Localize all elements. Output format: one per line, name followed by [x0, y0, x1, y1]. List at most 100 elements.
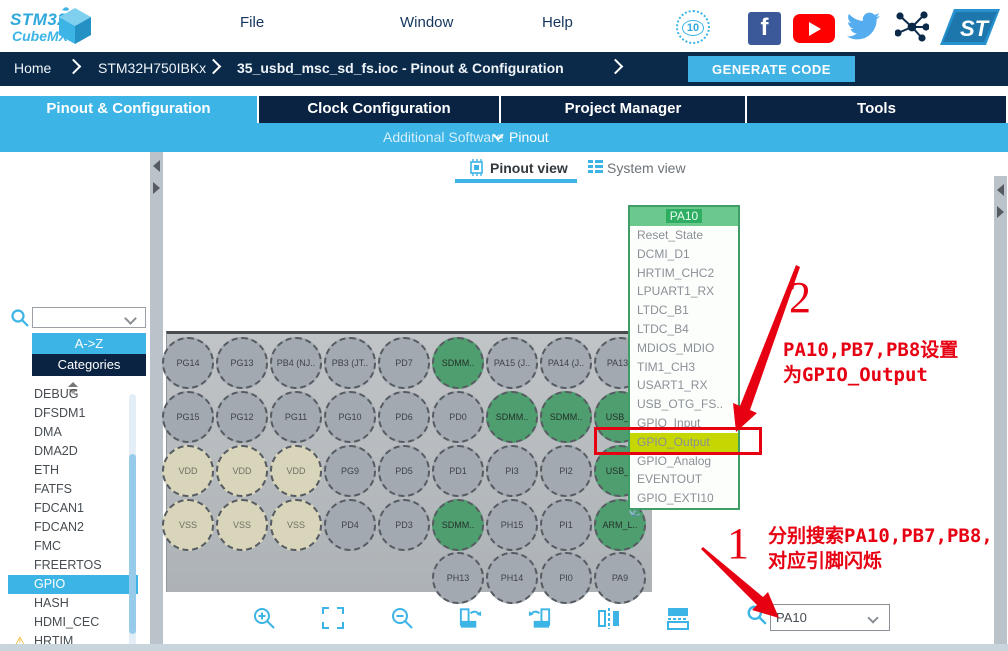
sidebar-item-fdcan2[interactable]: FDCAN2: [8, 518, 138, 537]
zoom-in-icon[interactable]: [250, 604, 277, 631]
sidebar-item-eth[interactable]: ETH: [8, 461, 138, 480]
rotate-clockwise-icon[interactable]: [457, 604, 484, 631]
sidebar-item-hash[interactable]: HASH: [8, 594, 138, 613]
pin-vdd[interactable]: VDD: [162, 445, 214, 497]
pin-pg11[interactable]: PG11: [270, 391, 322, 443]
pin-pg13[interactable]: PG13: [216, 337, 268, 389]
additional-software-link[interactable]: Additional Software: [383, 129, 504, 145]
pin-pg14[interactable]: PG14: [162, 337, 214, 389]
pin-pd1[interactable]: PD1: [432, 445, 484, 497]
pin-pg10[interactable]: PG10: [324, 391, 376, 443]
pin-ph14[interactable]: PH14: [486, 552, 538, 604]
right-splitter[interactable]: [994, 176, 1007, 645]
menu-item-eventout[interactable]: EVENTOUT: [630, 470, 738, 489]
pin-vdd[interactable]: VDD: [216, 445, 268, 497]
sort-az-button[interactable]: A->Z: [32, 333, 146, 354]
menu-item-hrtim-chc2[interactable]: HRTIM_CHC2: [630, 264, 738, 283]
menu-item-mdios-mdio[interactable]: MDIOS_MDIO: [630, 339, 738, 358]
sidebar-item-gpio[interactable]: GPIO: [8, 575, 138, 594]
network-icon[interactable]: [895, 11, 929, 43]
pin-sdmm[interactable]: SDMM..: [432, 337, 484, 389]
pin-pa9[interactable]: PA9: [594, 552, 646, 604]
pin-pd6[interactable]: PD6: [378, 391, 430, 443]
pin-pi1[interactable]: PI1: [540, 499, 592, 551]
menu-item-gpio-exti10[interactable]: GPIO_EXTI10: [630, 489, 738, 508]
sidebar-item-fmc[interactable]: FMC: [8, 537, 138, 556]
menu-item-tim1-ch3[interactable]: TIM1_CH3: [630, 358, 738, 377]
collapse-left-icon[interactable]: [153, 160, 160, 172]
pin-pi0[interactable]: PI0: [540, 552, 592, 604]
sidebar-item-dma[interactable]: DMA: [8, 423, 138, 442]
pin-pd3[interactable]: PD3: [378, 499, 430, 551]
sidebar-item-freertos[interactable]: FREERTOS: [8, 556, 138, 575]
pin-sdmm[interactable]: SDMM..: [540, 391, 592, 443]
sidebar-item-fdcan1[interactable]: FDCAN1: [8, 499, 138, 518]
breadcrumb-item-0[interactable]: Home: [14, 60, 51, 76]
sidebar-item-dfsdm1[interactable]: DFSDM1: [8, 404, 138, 423]
layers-icon[interactable]: [664, 604, 691, 631]
pin-pd5[interactable]: PD5: [378, 445, 430, 497]
pin-search-input[interactable]: PA10: [770, 604, 890, 631]
tab-project-manager[interactable]: Project Manager: [501, 96, 747, 123]
tab-clock-configuration[interactable]: Clock Configuration: [259, 96, 501, 123]
pin-pb3jt[interactable]: PB3 (JT..: [324, 337, 376, 389]
tab-pinout-view[interactable]: Pinout view: [490, 160, 568, 176]
menu-item-usb-otg-fs-[interactable]: USB_OTG_FS..: [630, 395, 738, 414]
pin-pb4nj[interactable]: PB4 (NJ..: [270, 337, 322, 389]
pin-pd4[interactable]: PD4: [324, 499, 376, 551]
menu-item-lpuart1-rx[interactable]: LPUART1_RX: [630, 282, 738, 301]
pinout-dropdown[interactable]: Pinout: [494, 129, 549, 145]
sidebar-item-hdmi_cec[interactable]: HDMI_CEC: [8, 613, 138, 632]
generate-code-button[interactable]: GENERATE CODE: [688, 56, 855, 82]
menu-help[interactable]: Help: [542, 14, 573, 31]
collapse-left-icon[interactable]: [997, 184, 1004, 196]
sidebar-item-dma2d[interactable]: DMA2D: [8, 442, 138, 461]
expand-right-icon[interactable]: [997, 206, 1004, 218]
sidebar-scrollbar[interactable]: [129, 394, 136, 651]
pin-vdd[interactable]: VDD: [270, 445, 322, 497]
pin-vss[interactable]: VSS: [162, 499, 214, 551]
menu-item-ltdc-b4[interactable]: LTDC_B4: [630, 320, 738, 339]
menu-file[interactable]: File: [240, 14, 264, 31]
pin-ph15[interactable]: PH15: [486, 499, 538, 551]
sort-categories-button[interactable]: Categories: [32, 354, 146, 376]
pin-pi2[interactable]: PI2: [540, 445, 592, 497]
pin-sdmm[interactable]: SDMM..: [486, 391, 538, 443]
best-fit-icon[interactable]: [319, 604, 346, 631]
youtube-icon[interactable]: [793, 14, 835, 43]
pin-pg15[interactable]: PG15: [162, 391, 214, 443]
breadcrumb-item-2[interactable]: 35_usbd_msc_sd_fs.ioc - Pinout & Configu…: [237, 60, 564, 76]
menu-item-reset-state[interactable]: Reset_State: [630, 226, 738, 245]
menu-window[interactable]: Window: [400, 14, 453, 31]
sidebar-item-fatfs[interactable]: FATFS: [8, 480, 138, 499]
pin-pa14j[interactable]: PA14 (J..: [540, 337, 592, 389]
left-splitter[interactable]: [150, 152, 163, 651]
scrollbar-thumb[interactable]: [129, 454, 136, 634]
anniversary-badge-icon[interactable]: 10: [676, 10, 710, 44]
zoom-out-icon[interactable]: [388, 604, 415, 631]
menu-item-ltdc-b1[interactable]: LTDC_B1: [630, 301, 738, 320]
breadcrumb-item-1[interactable]: STM32H750IBKx: [98, 60, 206, 76]
pin-ph13[interactable]: PH13: [432, 552, 484, 604]
st-logo[interactable]: ST: [938, 6, 1002, 48]
pin-vss[interactable]: VSS: [270, 499, 322, 551]
pin-vss[interactable]: VSS: [216, 499, 268, 551]
twitter-icon[interactable]: [845, 12, 881, 42]
menu-item-usart1-rx[interactable]: USART1_RX: [630, 376, 738, 395]
menu-item-dcmi-d1[interactable]: DCMI_D1: [630, 245, 738, 264]
pin-sdmm[interactable]: SDMM..: [432, 499, 484, 551]
tab-system-view[interactable]: System view: [607, 160, 686, 176]
pin-pi3[interactable]: PI3: [486, 445, 538, 497]
pin-pd7[interactable]: PD7: [378, 337, 430, 389]
peripheral-search-input[interactable]: [32, 307, 146, 328]
pin-pg9[interactable]: PG9: [324, 445, 376, 497]
pin-pd0[interactable]: PD0: [432, 391, 484, 443]
pin-pa15j[interactable]: PA15 (J..: [486, 337, 538, 389]
tab-pinout-configuration[interactable]: Pinout & Configuration: [0, 96, 259, 123]
flip-horizontal-icon[interactable]: [595, 604, 622, 631]
pin-pg12[interactable]: PG12: [216, 391, 268, 443]
sidebar-item-debug[interactable]: DEBUG: [8, 385, 138, 404]
rotate-counterclockwise-icon[interactable]: [526, 604, 553, 631]
expand-right-icon[interactable]: [153, 182, 160, 194]
facebook-icon[interactable]: f: [748, 12, 781, 45]
